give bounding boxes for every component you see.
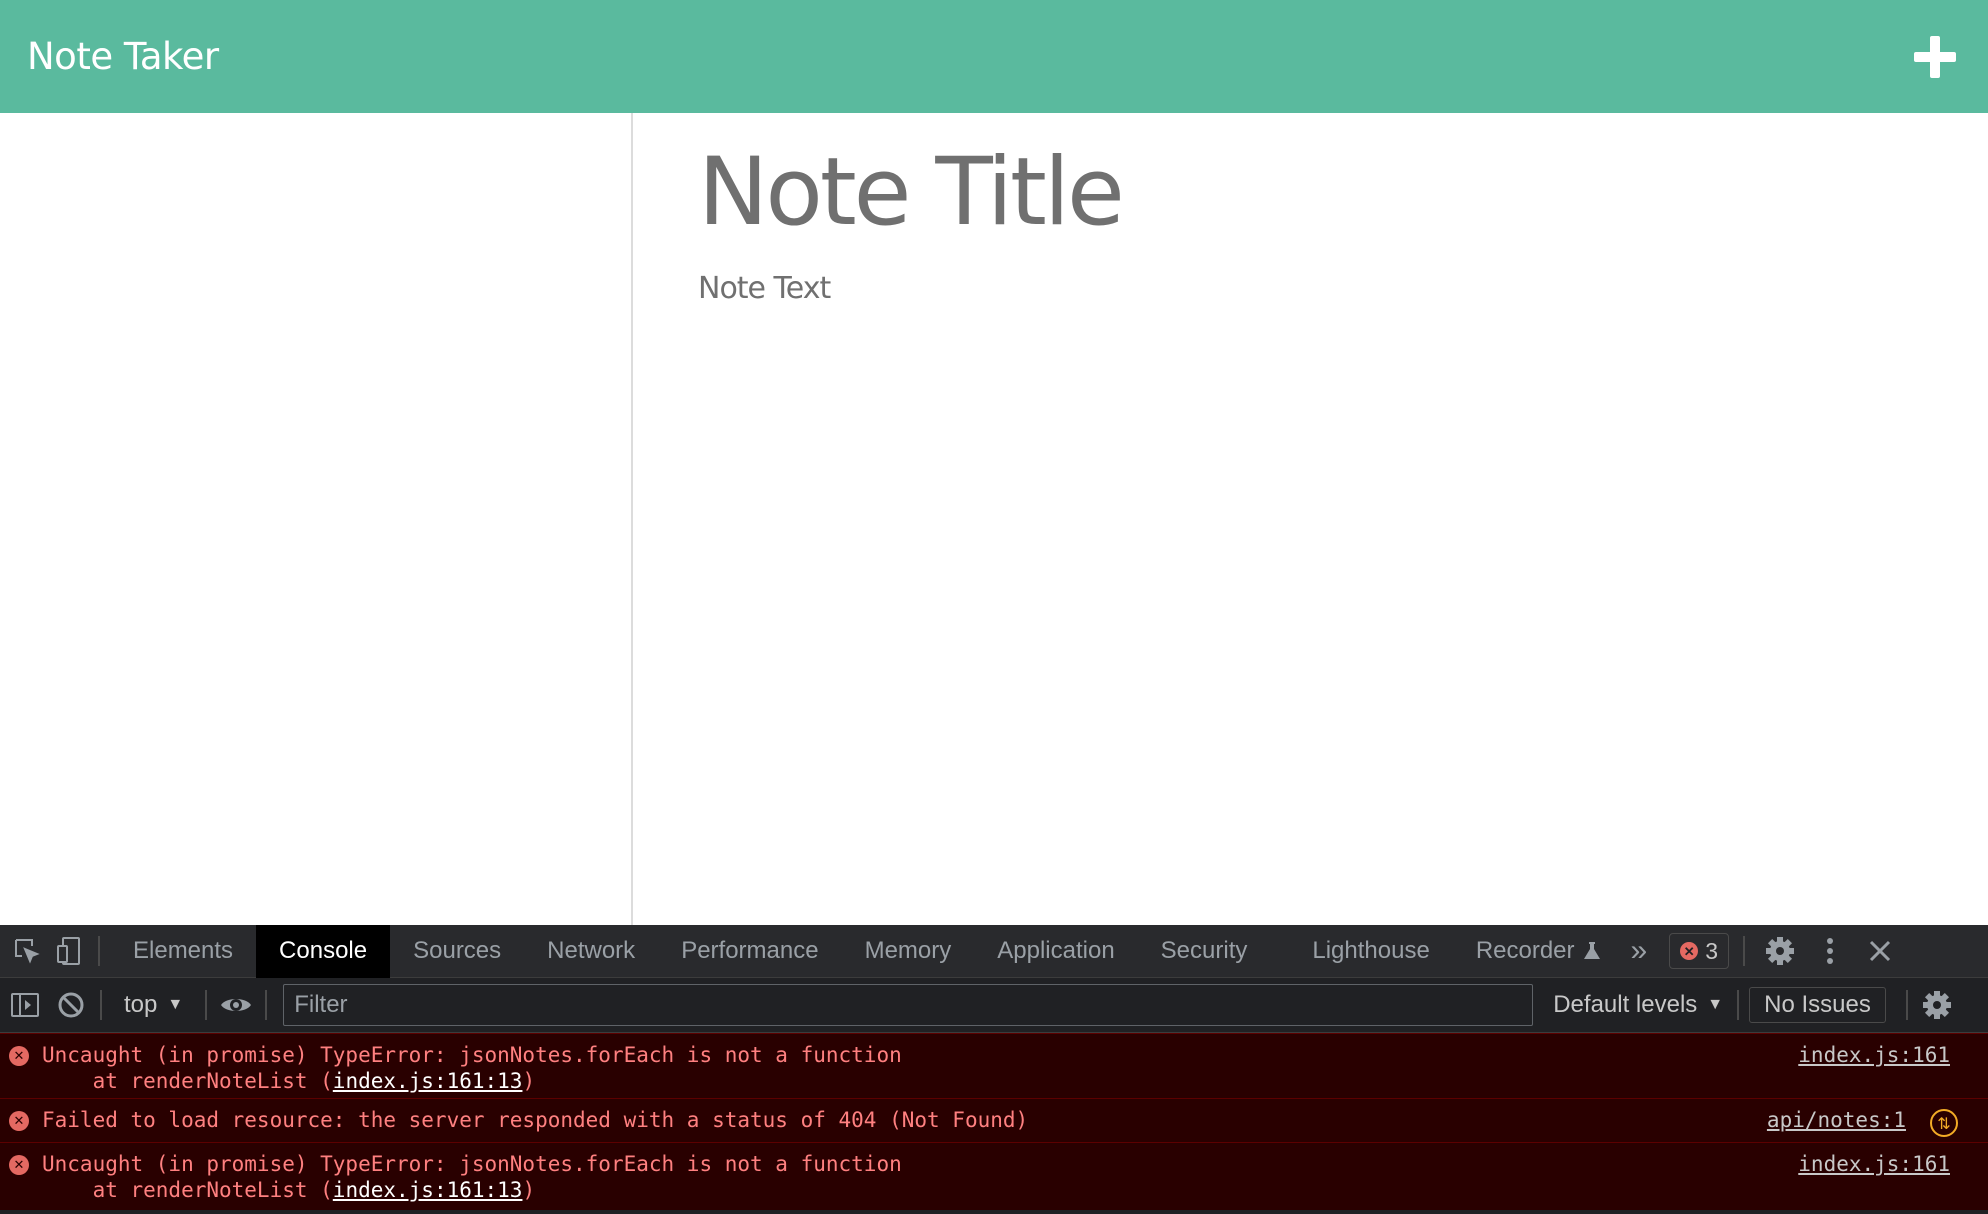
tab-console[interactable]: Console bbox=[256, 924, 391, 978]
toolbar-divider bbox=[98, 936, 100, 966]
tab-recorder-label: Recorder bbox=[1475, 937, 1575, 964]
more-options-icon[interactable] bbox=[1811, 932, 1849, 970]
note-editor bbox=[635, 113, 1988, 925]
toolbar-divider bbox=[205, 990, 208, 1020]
console-toolbar: top ▼ Default levels ▼ No Issues bbox=[0, 978, 1988, 1033]
tab-elements[interactable]: Elements bbox=[110, 925, 256, 978]
live-expression-eye-icon[interactable] bbox=[217, 986, 255, 1024]
tab-lighthouse[interactable]: Lighthouse bbox=[1289, 925, 1452, 978]
context-value: top bbox=[124, 991, 158, 1018]
tab-memory[interactable]: Memory bbox=[842, 925, 975, 978]
source-link[interactable]: index.js:161 bbox=[1798, 1043, 1950, 1067]
network-request-icon[interactable]: ⇅ bbox=[1930, 1109, 1958, 1137]
error-count: 3 bbox=[1705, 937, 1719, 964]
console-filter-input[interactable] bbox=[283, 984, 1534, 1026]
console-error-message: ✕ Failed to load resource: the server re… bbox=[0, 1098, 1988, 1142]
log-levels-value: Default levels bbox=[1553, 991, 1698, 1018]
tab-sources[interactable]: Sources bbox=[390, 925, 524, 978]
toolbar-divider bbox=[265, 990, 268, 1020]
note-title-input[interactable] bbox=[698, 137, 1798, 247]
error-icon: ✕ bbox=[9, 1155, 29, 1175]
devtools-tabbar: Elements Console Sources Network Perform… bbox=[0, 924, 1988, 978]
stack-link[interactable]: index.js:161:13 bbox=[333, 1069, 523, 1093]
source-link[interactable]: index.js:161 bbox=[1798, 1152, 1950, 1176]
devtools-panel: Elements Console Sources Network Perform… bbox=[0, 924, 1988, 1214]
message-text: Failed to load resource: the server resp… bbox=[42, 1108, 1029, 1132]
sidebar-toggle-icon[interactable] bbox=[6, 986, 44, 1024]
tab-performance[interactable]: Performance bbox=[658, 925, 841, 978]
message-text: Uncaught (in promise) TypeError: jsonNot… bbox=[42, 1043, 902, 1067]
log-levels-selector[interactable]: Default levels ▼ bbox=[1539, 991, 1737, 1019]
app-title: Note Taker bbox=[27, 35, 219, 78]
more-tabs-button[interactable]: » bbox=[1609, 925, 1662, 978]
stack-suffix: ) bbox=[522, 1178, 536, 1202]
console-error-message: ✕ Uncaught (in promise) TypeError: jsonN… bbox=[0, 1142, 1988, 1210]
stack-trace: at renderNoteList (index.js:161:13) bbox=[42, 1069, 536, 1093]
stack-prefix: at renderNoteList ( bbox=[42, 1069, 333, 1093]
add-note-button[interactable] bbox=[1912, 34, 1958, 80]
toolbar-divider bbox=[1905, 990, 1908, 1020]
note-list-sidebar bbox=[0, 113, 633, 925]
error-icon: ✕ bbox=[9, 1111, 29, 1131]
stack-link[interactable]: index.js:161:13 bbox=[333, 1178, 523, 1202]
console-error-message: ✕ Uncaught (in promise) TypeError: jsonN… bbox=[0, 1033, 1988, 1098]
tab-network[interactable]: Network bbox=[524, 925, 658, 978]
chevron-down-icon: ▼ bbox=[167, 996, 184, 1013]
note-text-input[interactable] bbox=[698, 271, 1898, 871]
tab-application[interactable]: Application bbox=[974, 925, 1137, 978]
stack-prefix: at renderNoteList ( bbox=[42, 1178, 333, 1202]
error-icon: ✕ bbox=[9, 1046, 29, 1066]
stack-trace: at renderNoteList (index.js:161:13) bbox=[42, 1178, 536, 1202]
toolbar-divider bbox=[1737, 990, 1740, 1020]
close-devtools-icon[interactable] bbox=[1861, 932, 1899, 970]
toolbar-divider bbox=[100, 990, 102, 1020]
console-messages: ✕ Uncaught (in promise) TypeError: jsonN… bbox=[0, 1033, 1988, 1210]
stack-suffix: ) bbox=[522, 1069, 536, 1093]
flask-icon bbox=[1583, 942, 1600, 959]
inspect-element-icon[interactable] bbox=[8, 932, 46, 970]
settings-gear-icon[interactable] bbox=[1761, 932, 1799, 970]
context-selector[interactable]: top ▼ bbox=[112, 991, 195, 1019]
source-link[interactable]: api/notes:1 bbox=[1767, 1108, 1906, 1132]
message-text: Uncaught (in promise) TypeError: jsonNot… bbox=[42, 1152, 902, 1176]
clear-console-icon[interactable] bbox=[52, 986, 90, 1024]
tab-security[interactable]: Security bbox=[1138, 925, 1290, 978]
plus-icon bbox=[1914, 35, 1956, 78]
tab-recorder[interactable]: Recorder bbox=[1453, 925, 1609, 978]
error-count-badge[interactable]: ✕ 3 bbox=[1669, 933, 1730, 969]
error-icon: ✕ bbox=[1680, 942, 1699, 960]
device-toolbar-icon[interactable] bbox=[50, 932, 88, 970]
issues-button[interactable]: No Issues bbox=[1749, 987, 1886, 1023]
toolbar-divider bbox=[1743, 936, 1746, 966]
console-settings-gear-icon[interactable] bbox=[1918, 986, 1956, 1024]
chevron-down-icon: ▼ bbox=[1707, 996, 1724, 1013]
app-header: Note Taker bbox=[0, 0, 1988, 113]
